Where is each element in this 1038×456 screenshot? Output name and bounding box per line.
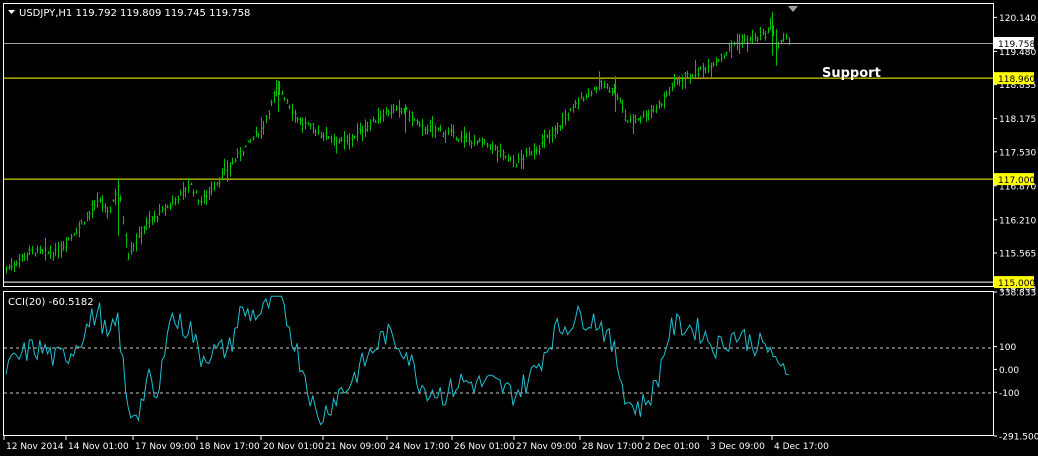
time-axis-label: 3 Dec 09:00 [710,442,765,452]
time-axis-label: 17 Nov 09:00 [135,442,196,452]
cci-axis-label: -100 [999,389,1020,399]
price-axis-label: 118.175 [999,115,1036,125]
time-axis-label: 12 Nov 2014 [6,442,64,452]
cci-header-text: CCI(20) -60.5182 [8,297,94,308]
horizontal-lines: 118.960117.000115.000 [4,72,1035,289]
cci-axis-label: 100 [999,343,1016,353]
time-axis-label: 24 Nov 17:00 [389,442,450,452]
last-price-badge: 119.758 [998,40,1035,50]
time-axis-label: 28 Nov 17:00 [582,442,643,452]
support-label: Support [822,66,881,81]
price-axis-label: 117.530 [999,148,1036,158]
time-axis-label: 20 Nov 01:00 [263,442,324,452]
price-axis-label: 120.140 [999,14,1036,24]
price-bars [5,11,791,274]
time-axis-label: 26 Nov 01:00 [454,442,515,452]
time-axis-label: 4 Dec 17:00 [774,442,829,452]
cci-axis-label: 338.833 [999,289,1036,299]
cci-panel-frame [3,291,994,436]
time-axis-label: 21 Nov 09:00 [325,442,386,452]
time-axis-label: 27 Nov 09:00 [516,442,577,452]
main-header: USDJPY,H1 119.792 119.809 119.745 119.75… [8,8,250,19]
hline-badge: 117.000 [998,176,1035,186]
main-panel-frame [3,3,994,287]
time-axis-label: 18 Nov 17:00 [199,442,260,452]
chart-root: USDJPY,H1 119.792 119.809 119.745 119.75… [3,3,1038,452]
time-axis-label: 14 Nov 01:00 [68,442,129,452]
cci-axis-label: 0.00 [999,366,1019,376]
time-axis-label: 2 Dec 01:00 [645,442,700,452]
time-axis: 12 Nov 2014 14 Nov 01:00 17 Nov 09:00 18 No… [3,436,829,452]
triangle-down-icon[interactable] [8,10,15,14]
cci-axis-label: -291.5004 [999,433,1038,443]
cci-axis: 338.833 100 0.00 -100 -291.5004 [994,289,1038,443]
price-axis: 120.140119.480118.835118.175117.530116.8… [994,14,1036,294]
price-axis-label: 115.565 [999,250,1036,260]
hline-badge: 118.960 [998,75,1035,85]
main-header-text: USDJPY,H1 119.792 119.809 119.745 119.75… [19,8,250,19]
shift-marker-icon[interactable] [788,6,798,12]
cci-line [5,295,789,426]
price-axis-label: 116.210 [999,216,1036,226]
